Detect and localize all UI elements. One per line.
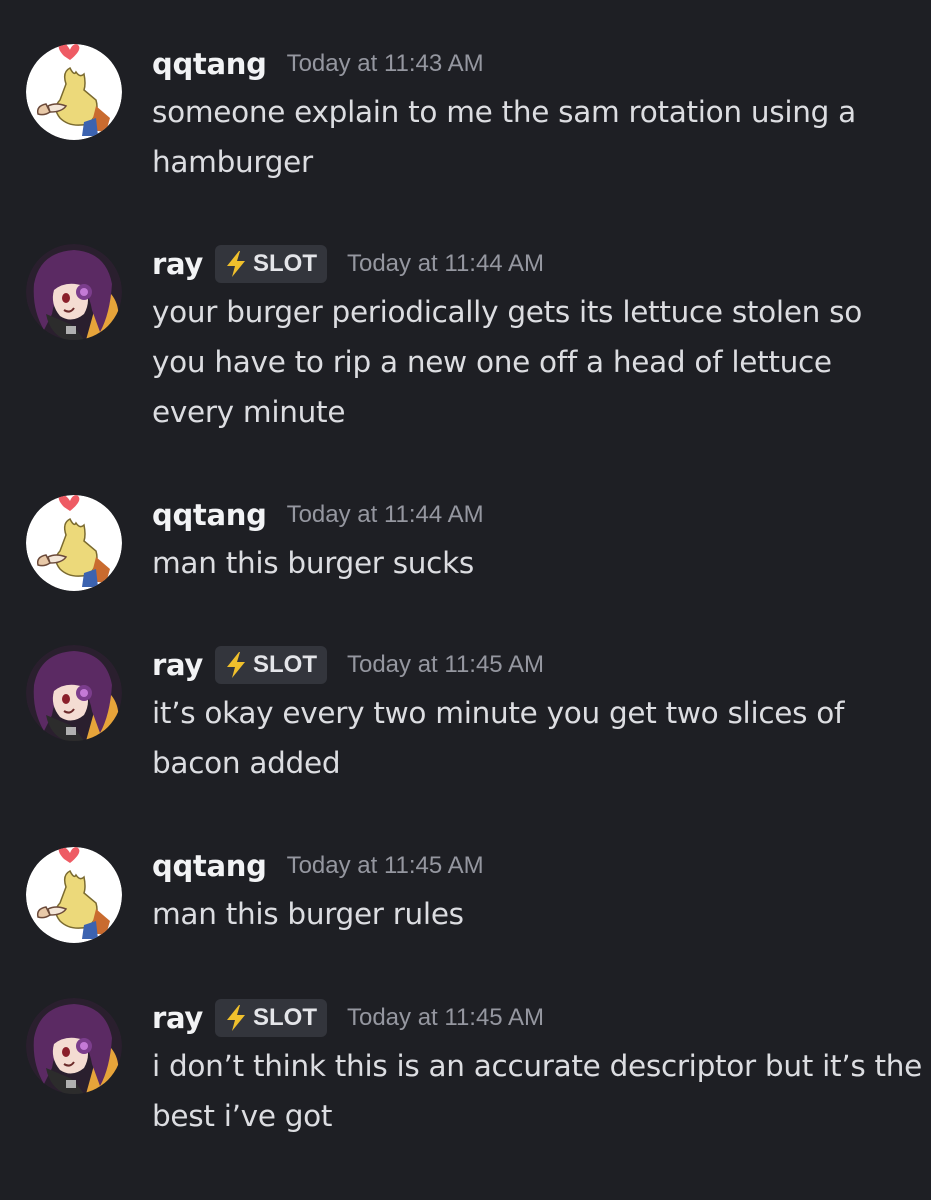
server-tag-label: SLOT bbox=[252, 1004, 317, 1031]
message-text: someone explain to me the sam rotation u… bbox=[152, 95, 856, 179]
timestamp: Today at 11:44 AM bbox=[286, 501, 484, 528]
user-avatar[interactable] bbox=[26, 495, 122, 591]
message-header: qqtang Today at 11:43 AM bbox=[152, 42, 484, 86]
chocobo-avatar-icon bbox=[26, 495, 122, 591]
server-tag[interactable]: SLOT bbox=[214, 245, 327, 283]
message-header: ray SLOT Today at 11:45 AM bbox=[152, 643, 544, 687]
username[interactable]: qqtang bbox=[152, 498, 267, 532]
lightning-bolt-icon bbox=[223, 1004, 249, 1032]
server-tag[interactable]: SLOT bbox=[214, 999, 327, 1037]
chocobo-avatar-icon bbox=[26, 847, 122, 943]
message-header: ray SLOT Today at 11:45 AM bbox=[152, 996, 544, 1040]
purple-hair-character-avatar-icon bbox=[26, 998, 122, 1094]
user-avatar[interactable] bbox=[26, 645, 122, 741]
purple-hair-character-avatar-icon bbox=[26, 645, 122, 741]
username[interactable]: qqtang bbox=[152, 47, 267, 81]
timestamp: Today at 11:45 AM bbox=[346, 651, 544, 678]
lightning-bolt-icon bbox=[223, 651, 249, 679]
timestamp: Today at 11:43 AM bbox=[286, 50, 484, 77]
timestamp: Today at 11:45 AM bbox=[346, 1004, 544, 1031]
user-avatar[interactable] bbox=[26, 244, 122, 340]
message-header: qqtang Today at 11:44 AM bbox=[152, 493, 484, 537]
user-avatar[interactable] bbox=[26, 847, 122, 943]
purple-hair-character-avatar-icon bbox=[26, 244, 122, 340]
chocobo-avatar-icon bbox=[26, 44, 122, 140]
message-header: qqtang Today at 11:45 AM bbox=[152, 844, 484, 888]
message-header: ray SLOT Today at 11:44 AM bbox=[152, 242, 544, 286]
timestamp: Today at 11:44 AM bbox=[346, 250, 544, 277]
message-text: it’s okay every two minute you get two s… bbox=[152, 696, 845, 780]
lightning-bolt-icon bbox=[223, 250, 249, 278]
username[interactable]: ray bbox=[152, 247, 203, 281]
server-tag-label: SLOT bbox=[252, 250, 317, 277]
user-avatar[interactable] bbox=[26, 44, 122, 140]
message-text: man this burger sucks bbox=[152, 546, 474, 580]
username[interactable]: ray bbox=[152, 1001, 203, 1035]
timestamp: Today at 11:45 AM bbox=[286, 852, 484, 879]
message-text: i don’t think this is an accurate descri… bbox=[152, 1049, 922, 1133]
message-text: your burger periodically gets its lettuc… bbox=[152, 295, 862, 429]
server-tag[interactable]: SLOT bbox=[214, 646, 327, 684]
message-text: man this burger rules bbox=[152, 897, 464, 931]
username[interactable]: qqtang bbox=[152, 849, 267, 883]
server-tag-label: SLOT bbox=[252, 651, 317, 678]
username[interactable]: ray bbox=[152, 648, 203, 682]
user-avatar[interactable] bbox=[26, 998, 122, 1094]
